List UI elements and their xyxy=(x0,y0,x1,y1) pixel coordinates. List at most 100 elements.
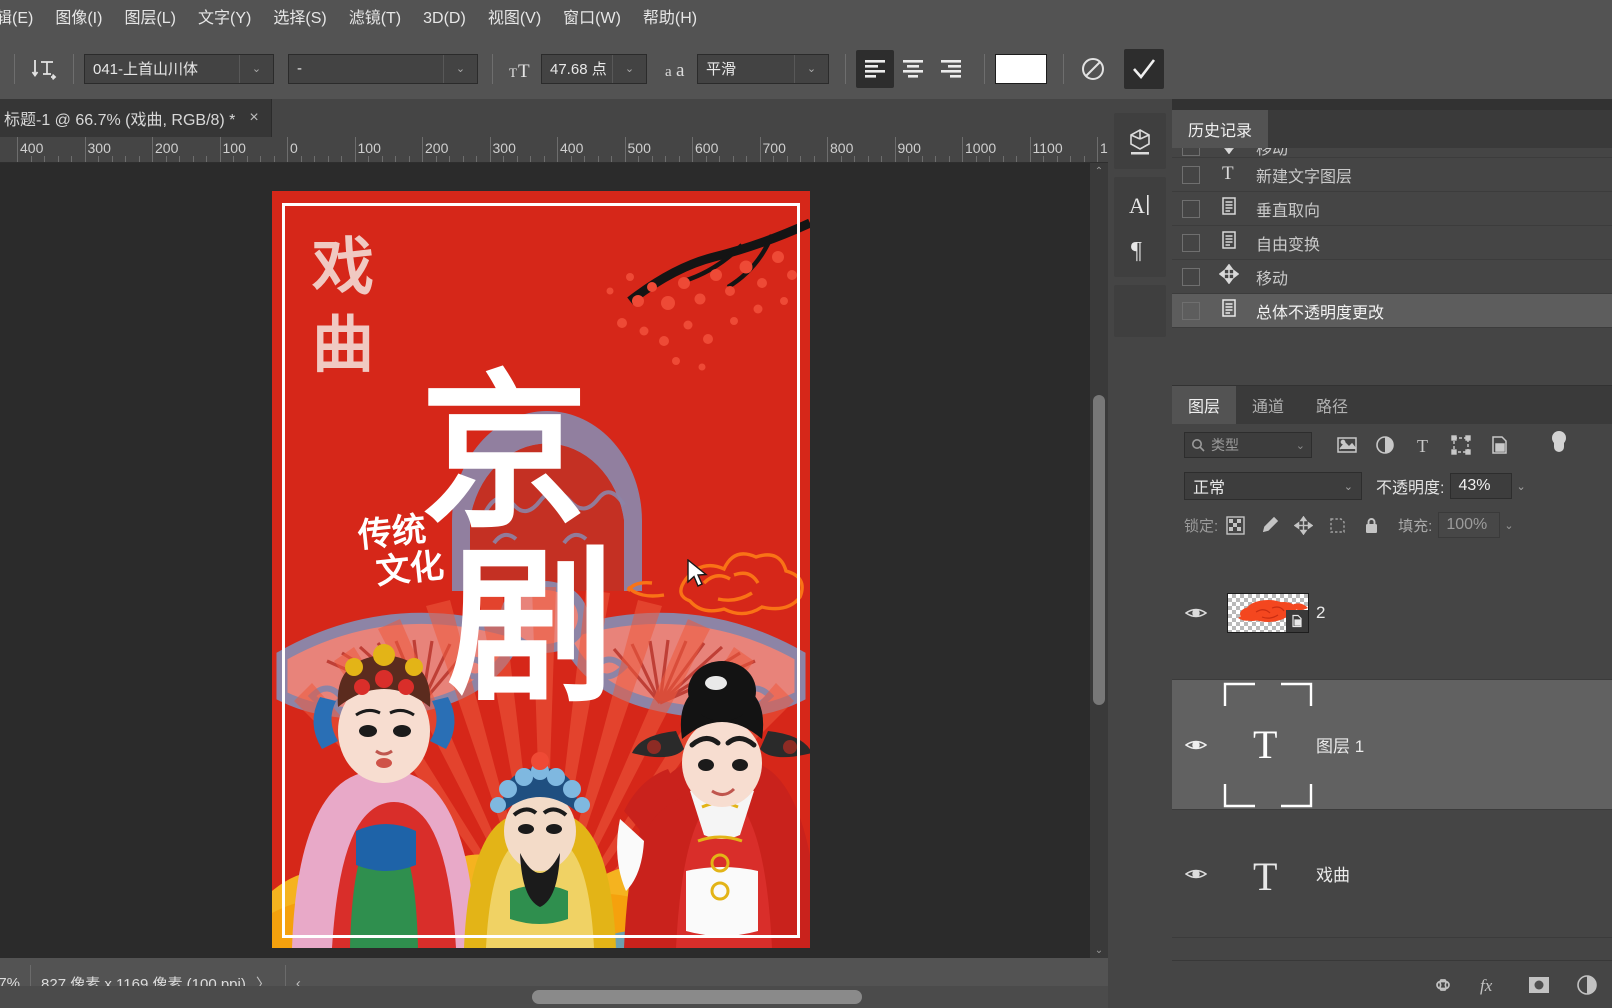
layer-thumbnail[interactable]: T xyxy=(1220,844,1316,904)
filter-adjustment-icon[interactable] xyxy=(1366,430,1404,460)
scroll-up-icon[interactable]: ⌃ xyxy=(1090,163,1108,179)
menu-item-3d[interactable]: 3D(D) xyxy=(412,0,477,38)
history-snapshot-checkbox[interactable] xyxy=(1182,199,1200,218)
layer-row-selected[interactable]: T 图层 1 xyxy=(1172,680,1612,810)
layer-visibility-toggle[interactable] xyxy=(1172,866,1220,882)
layer-row[interactable]: 2 xyxy=(1172,546,1612,680)
history-snapshot-checkbox[interactable] xyxy=(1182,267,1200,286)
anti-alias-select[interactable]: 平滑 ⌄ xyxy=(697,53,829,84)
ruler-minor-tick xyxy=(921,156,923,162)
add-layer-mask-icon[interactable] xyxy=(1524,970,1554,1000)
layer-filter-select[interactable]: 类型 ⌄ xyxy=(1184,432,1312,458)
filter-shape-icon[interactable] xyxy=(1442,430,1480,460)
lock-position-icon[interactable] xyxy=(1286,512,1320,538)
tab-layers[interactable]: 图层 xyxy=(1172,386,1237,424)
filter-type-icon[interactable]: T xyxy=(1404,430,1442,460)
lock-all-icon[interactable] xyxy=(1354,512,1388,538)
canvas-horizontal-scrollbar[interactable] xyxy=(0,986,1108,1008)
link-layers-icon[interactable] xyxy=(1428,970,1458,1000)
layers-list[interactable]: 2 T 图层 1 T 戏曲 xyxy=(1172,546,1612,958)
poster-artwork: 戏 曲 京 剧 传统 文化 xyxy=(272,191,810,948)
layer-name[interactable]: 戏曲 xyxy=(1316,861,1350,886)
menu-item-filter[interactable]: 滤镜(T) xyxy=(338,0,412,38)
lock-artboard-nesting-icon[interactable] xyxy=(1320,512,1354,538)
commit-edit-icon[interactable] xyxy=(1124,48,1164,89)
filter-pixel-icon[interactable] xyxy=(1328,430,1366,460)
chevron-down-icon[interactable]: ⌄ xyxy=(794,54,820,83)
layer-name[interactable]: 图层 1 xyxy=(1316,732,1364,757)
fill-input[interactable]: 100% xyxy=(1438,512,1501,538)
text-color-swatch[interactable] xyxy=(995,53,1047,84)
tab-history[interactable]: 历史记录 xyxy=(1172,110,1269,148)
filter-smart-object-icon[interactable] xyxy=(1480,430,1518,460)
chevron-down-icon[interactable]: ⌄ xyxy=(1296,439,1305,452)
menu-item-help[interactable]: 帮助(H) xyxy=(632,0,708,38)
character-panel-icon[interactable]: A xyxy=(1114,183,1166,227)
canvas-vertical-scrollbar[interactable]: ⌃ ⌄ xyxy=(1090,163,1108,958)
history-item[interactable]: 垂直取向 xyxy=(1172,192,1612,226)
menu-item-view[interactable]: 视图(V) xyxy=(477,0,552,38)
font-size-input[interactable]: 47.68 点 ⌄ xyxy=(541,53,647,84)
chevron-down-icon[interactable]: ⌄ xyxy=(443,54,469,83)
menu-item-select[interactable]: 选择(S) xyxy=(262,0,337,38)
chevron-down-icon[interactable]: ⌄ xyxy=(612,54,638,83)
align-left-icon[interactable] xyxy=(856,49,894,88)
history-item[interactable]: T 新建文字图层 xyxy=(1172,158,1612,192)
history-item-label: 移动 xyxy=(1256,270,1289,288)
blend-mode-select[interactable]: 正常 ⌄ xyxy=(1184,472,1362,500)
align-center-icon[interactable] xyxy=(894,50,932,88)
horizontal-ruler: 400 300 200 100 0 100 200 300 400 500 600 700 800 900… xyxy=(0,137,1108,163)
font-size-icon: TT xyxy=(503,50,541,88)
history-snapshot-checkbox[interactable] xyxy=(1182,233,1200,252)
menu-item-layer[interactable]: 图层(L) xyxy=(113,0,187,38)
menu-item-window[interactable]: 窗口(W) xyxy=(552,0,632,38)
history-item[interactable]: 自由变换 xyxy=(1172,226,1612,260)
close-icon[interactable]: × xyxy=(249,109,258,127)
chevron-down-icon[interactable]: ⌄ xyxy=(239,54,265,83)
chevron-down-icon[interactable]: ⌄ xyxy=(1504,519,1513,532)
font-style-select[interactable]: - ⌄ xyxy=(288,53,478,84)
3d-panel-icon[interactable] xyxy=(1114,119,1166,163)
filter-toggle-switch[interactable] xyxy=(1540,430,1578,460)
chevron-down-icon[interactable]: ⌄ xyxy=(1344,480,1353,493)
menu-item-edit[interactable]: 辑(E) xyxy=(0,0,44,38)
layer-visibility-toggle[interactable] xyxy=(1172,737,1220,753)
history-item[interactable]: 移动 xyxy=(1172,148,1612,158)
layer-row[interactable]: T 戏曲 xyxy=(1172,810,1612,938)
horizontal-scrollbar-thumb[interactable] xyxy=(532,990,862,1004)
font-size-value: 47.68 点 xyxy=(550,61,607,78)
scroll-down-icon[interactable]: ⌄ xyxy=(1090,942,1108,958)
history-list[interactable]: 移动 T 新建文字图层 垂直取向 自由变换 移动 总体不透明度更改 xyxy=(1172,148,1612,385)
canvas-area[interactable]: 戏 曲 京 剧 传统 文化 xyxy=(0,163,1090,958)
cancel-edit-icon[interactable] xyxy=(1074,50,1112,88)
history-snapshot-checkbox[interactable] xyxy=(1182,301,1200,320)
ruler-minor-tick xyxy=(381,156,383,162)
tab-channels[interactable]: 通道 xyxy=(1236,386,1300,424)
text-orientation-icon[interactable] xyxy=(25,50,63,88)
lock-image-pixels-icon[interactable] xyxy=(1252,512,1286,538)
layer-style-fx-icon[interactable]: fx xyxy=(1476,970,1506,1000)
layer-thumbnail[interactable] xyxy=(1220,592,1316,633)
menu-item-image[interactable]: 图像(I) xyxy=(44,0,113,38)
ruler-label: 1200 xyxy=(1100,140,1108,156)
font-family-select[interactable]: 041-上首山川体 ⌄ xyxy=(84,53,274,84)
history-item[interactable]: 移动 xyxy=(1172,260,1612,294)
align-right-icon[interactable] xyxy=(932,50,970,88)
menu-item-type[interactable]: 文字(Y) xyxy=(187,0,262,38)
history-snapshot-checkbox[interactable] xyxy=(1182,148,1200,156)
ruler-minor-tick xyxy=(773,156,774,162)
document-tab[interactable]: 标题-1 @ 66.7% (戏曲, RGB/8) * × xyxy=(0,99,272,137)
layer-name[interactable]: 2 xyxy=(1316,603,1325,623)
tab-paths[interactable]: 路径 xyxy=(1300,386,1364,424)
history-snapshot-checkbox[interactable] xyxy=(1182,165,1200,184)
paragraph-panel-icon[interactable]: ¶ xyxy=(1114,227,1166,271)
vertical-scrollbar-thumb[interactable] xyxy=(1093,395,1105,705)
opacity-input[interactable]: 43% xyxy=(1450,473,1513,499)
chevron-down-icon[interactable]: ⌄ xyxy=(1516,480,1525,493)
layer-thumbnail[interactable]: T xyxy=(1220,682,1316,808)
layer-visibility-toggle[interactable] xyxy=(1172,605,1220,621)
history-item-selected[interactable]: 总体不透明度更改 xyxy=(1172,294,1612,328)
lock-transparent-pixels-icon[interactable] xyxy=(1218,512,1252,538)
ruler-minor-tick xyxy=(341,156,342,162)
new-fill-adjustment-icon[interactable] xyxy=(1572,970,1602,1000)
